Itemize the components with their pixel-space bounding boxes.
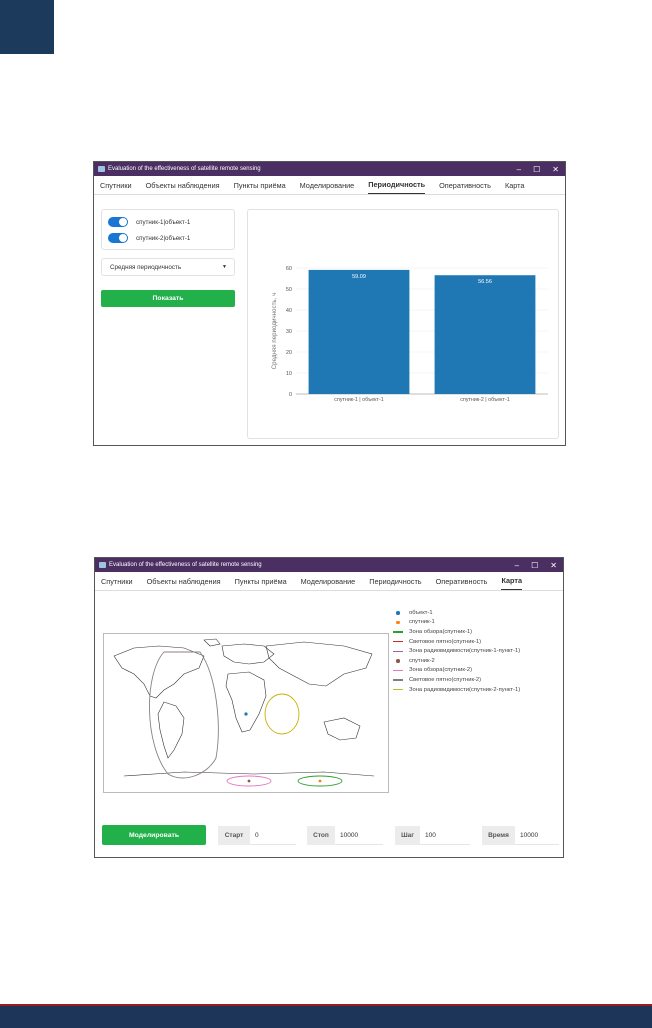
simulate-button[interactable]: Моделировать [102, 825, 206, 845]
legend-item: спутник-1 [393, 618, 563, 628]
time-input[interactable]: 10000 [515, 826, 559, 845]
tab-responsiveness[interactable]: Оперативность [439, 177, 491, 194]
tab-map[interactable]: Карта [505, 177, 525, 194]
step-input[interactable]: 100 [420, 826, 470, 845]
footer-bar [0, 1006, 652, 1028]
legend-label: Зона обзора(спутник-2) [409, 667, 473, 674]
y-tick-label: 40 [286, 308, 292, 314]
legend-label: объект-1 [409, 609, 433, 616]
legend-item: Зона радиовидимости(спутник-1-пункт-1) [393, 646, 563, 656]
window-map: Evaluation of the effectiveness of satel… [94, 557, 564, 858]
satellite-2-marker [247, 779, 251, 783]
world-map[interactable] [103, 633, 389, 793]
bar-value-label: 56.56 [478, 279, 492, 285]
tab-objects[interactable]: Объекты наблюдения [146, 177, 220, 194]
close-icon[interactable]: ✕ [550, 561, 557, 570]
legend-label: Зона радиовидимости(спутник-1-пункт-1) [409, 648, 521, 655]
toggle-row[interactable]: спутник-2|объект-1 [108, 230, 234, 246]
tab-periodicity[interactable]: Периодичность [369, 573, 421, 590]
tab-ground-stations[interactable]: Пункты приёма [235, 573, 287, 590]
window-title: Evaluation of the effectiveness of satel… [109, 562, 262, 568]
tab-periodicity[interactable]: Периодичность [368, 176, 426, 194]
object-1-marker [244, 712, 248, 716]
continent-outlines [113, 638, 375, 777]
legend-item: Зона обзора(спутник-2) [393, 666, 563, 676]
y-tick-label: 0 [289, 392, 292, 398]
legend-label: Зона обзора(спутник-1) [409, 628, 473, 635]
caret-down-icon: ▼ [222, 264, 227, 270]
stop-input[interactable]: 10000 [335, 826, 383, 845]
tab-bar: Спутники Объекты наблюдения Пункты приём… [94, 176, 565, 195]
tab-modeling[interactable]: Моделирование [301, 573, 356, 590]
map-legend: объект-1 спутник-1 Зона обзора(спутник-1… [393, 608, 563, 694]
tab-satellites[interactable]: Спутники [100, 177, 132, 194]
tab-objects[interactable]: Объекты наблюдения [147, 573, 221, 590]
bar-value-label: 59.09 [352, 274, 366, 280]
legend-label: Световое пятно(спутник-2) [409, 676, 482, 683]
show-button[interactable]: Показать [101, 290, 235, 307]
step-label: Шаг [395, 826, 420, 845]
title-bar: Evaluation of the effectiveness of satel… [94, 162, 565, 176]
y-axis-label: Средняя периодичность, ч [271, 293, 278, 370]
start-input[interactable]: 0 [250, 826, 296, 845]
y-tick-label: 50 [286, 287, 292, 293]
legend-item: Зона обзора(спутник-1) [393, 627, 563, 637]
toggle-label: спутник-2|объект-1 [136, 234, 191, 242]
toggle-row[interactable]: спутник-1|объект-1 [108, 214, 234, 230]
time-label: Время [482, 826, 515, 845]
tab-bar: Спутники Объекты наблюдения Пункты приём… [95, 572, 563, 591]
y-tick-label: 20 [286, 350, 292, 356]
title-bar: Evaluation of the effectiveness of satel… [95, 558, 563, 572]
legend-item: Зона радиовидимости(спутник-2-пункт-1) [393, 685, 563, 695]
toggle-panel: спутник-1|объект-1 спутник-2|объект-1 [101, 209, 235, 250]
legend-item: спутник-2 [393, 656, 563, 666]
satellite-1-marker [318, 779, 322, 783]
legend-item: Световое пятно(спутник-1) [393, 637, 563, 647]
app-icon [99, 562, 106, 568]
bar [434, 275, 536, 394]
y-tick-label: 10 [286, 371, 292, 377]
maximize-icon[interactable]: ☐ [533, 165, 540, 174]
metric-select-value: Средняя периодичность [110, 263, 182, 271]
tab-modeling[interactable]: Моделирование [300, 177, 355, 194]
legend-label: спутник-1 [409, 619, 435, 626]
close-icon[interactable]: ✕ [552, 165, 559, 174]
tab-responsiveness[interactable]: Оперативность [436, 573, 488, 590]
legend-label: Световое пятно(спутник-1) [409, 638, 482, 645]
maximize-icon[interactable]: ☐ [531, 561, 538, 570]
x-tick-label: спутник-2 | объект-1 [460, 397, 509, 403]
legend-label: спутник-2 [409, 657, 435, 664]
bar-chart: 0 10 20 30 40 50 60 59.09 спутник-1 | объект-1 56… [271, 266, 548, 403]
start-label: Старт [218, 826, 250, 845]
toggle-switch[interactable] [108, 217, 128, 227]
stop-label: Стоп [307, 826, 335, 845]
minimize-icon[interactable]: – [517, 165, 521, 174]
tab-map[interactable]: Карта [501, 572, 523, 590]
tab-satellites[interactable]: Спутники [101, 573, 133, 590]
app-icon [98, 166, 105, 172]
minimize-icon[interactable]: – [515, 561, 519, 570]
chart-panel: 0 10 20 30 40 50 60 59.09 спутник-1 | объект-1 56… [247, 209, 559, 439]
legend-item: Световое пятно(спутник-2) [393, 675, 563, 685]
toggle-switch[interactable] [108, 233, 128, 243]
y-tick-label: 60 [286, 266, 292, 272]
page-corner-block [0, 0, 54, 54]
tab-ground-stations[interactable]: Пункты приёма [234, 177, 286, 194]
toggle-label: спутник-1|объект-1 [136, 218, 191, 226]
window-title: Evaluation of the effectiveness of satel… [108, 166, 261, 172]
metric-select[interactable]: Средняя периодичность ▼ [101, 258, 235, 276]
bar [308, 269, 410, 394]
legend-label: Зона радиовидимости(спутник-2-пункт-1) [409, 686, 521, 693]
x-tick-label: спутник-1 | объект-1 [334, 397, 383, 403]
y-tick-label: 30 [286, 329, 292, 335]
legend-item: объект-1 [393, 608, 563, 618]
window-periodicity: Evaluation of the effectiveness of satel… [93, 161, 566, 446]
